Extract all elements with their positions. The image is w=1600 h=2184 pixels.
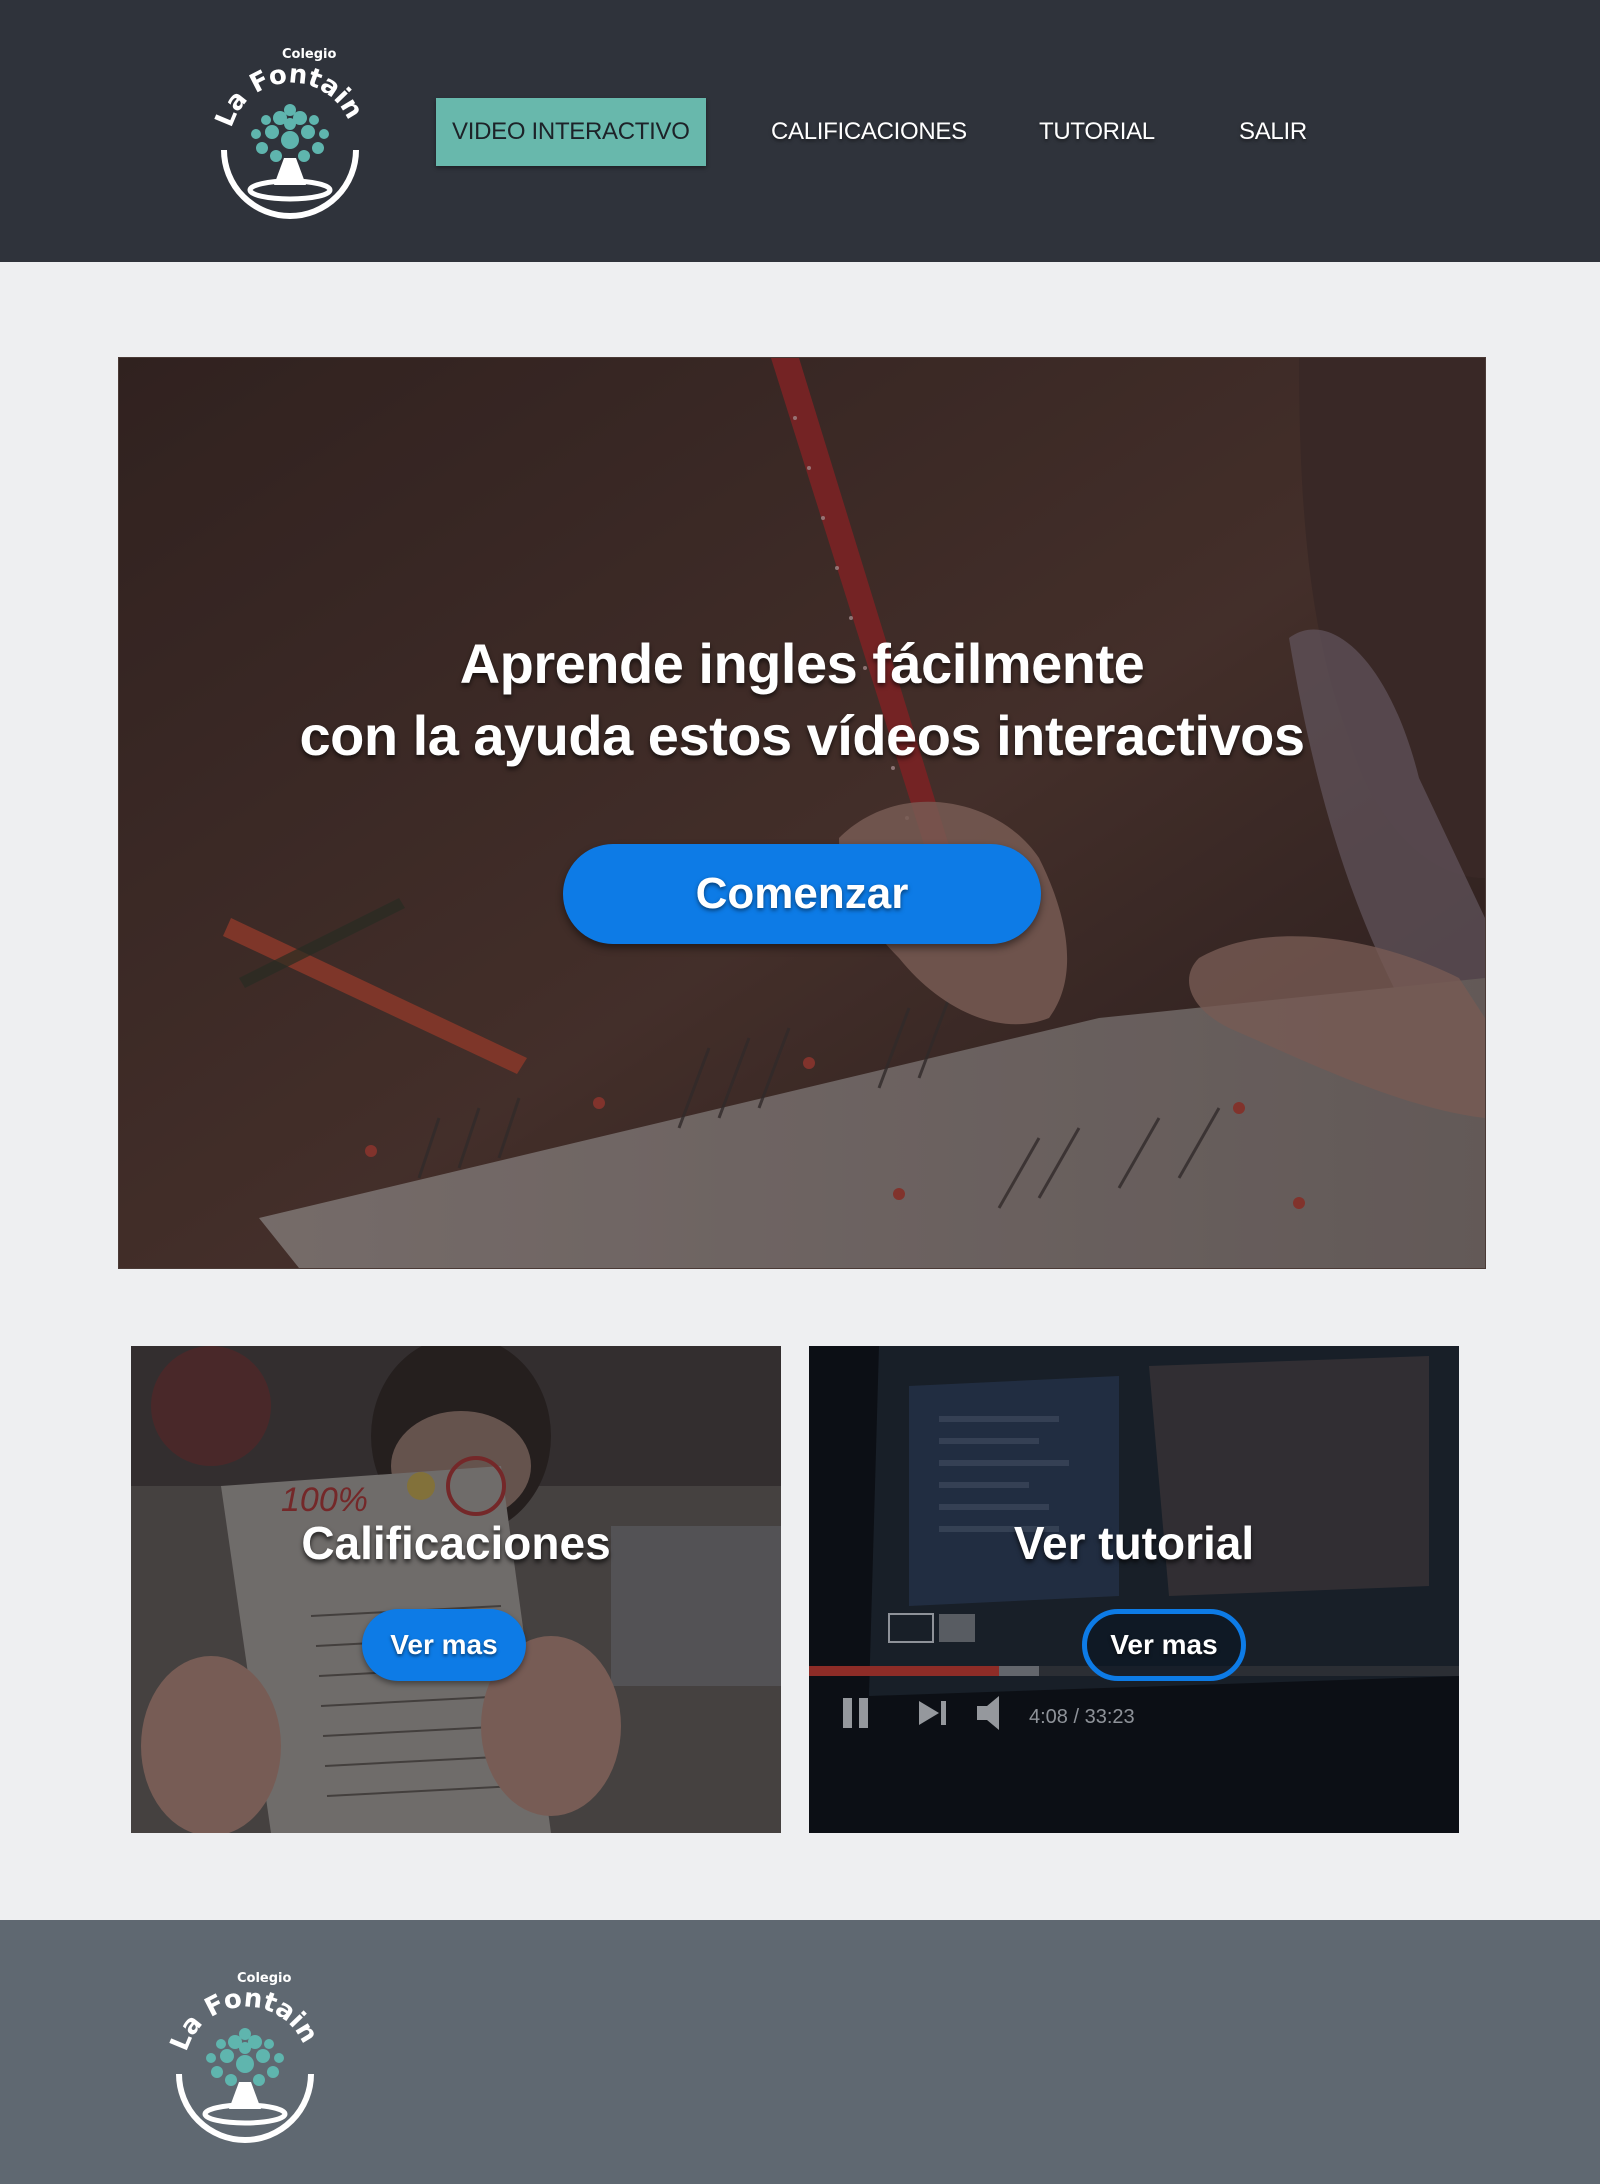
nav-calificaciones[interactable]: CALIFICACIONES [771,98,967,166]
nav-video-interactivo[interactable]: VIDEO INTERACTIVO [436,98,706,166]
hero-photo [119,358,1485,1268]
card-calificaciones[interactable]: 100% Calificaciones Ver mas [131,1346,781,1833]
hero-title-line2: con la ayuda estos vídeos interactivos [299,704,1305,767]
grades-photo: 100% [131,1346,781,1833]
svg-text:Colegio: Colegio [237,1971,292,1986]
card-title-ver-tutorial: Ver tutorial [1013,1517,1255,1569]
video-player-photo: 4:08 / 33:23 [809,1346,1459,1833]
ver-mas-calificaciones-button[interactable]: Ver mas [362,1609,526,1681]
tree-logo-icon: Colegio La Fontaine [156,1941,324,2143]
site-header: Colegio La Fontaine VIDEO INTERACTIVO CA… [0,0,1600,262]
site-footer: Colegio La Fontaine [0,1920,1600,2184]
comenzar-button[interactable]: Comenzar [563,844,1041,944]
hero-title-line1: Aprende ingles fácilmente [459,632,1145,695]
card-title-calificaciones: Calificaciones [301,1517,611,1569]
hero-title: Aprende ingles fácilmente con la ayuda e… [119,628,1485,772]
school-logo[interactable]: Colegio La Fontaine [201,17,370,220]
ver-mas-tutorial-button[interactable]: Ver mas [1082,1609,1246,1681]
nav-salir[interactable]: SALIR [1239,98,1307,166]
hero-banner: Aprende ingles fácilmente con la ayuda e… [118,357,1486,1269]
svg-text:Colegio: Colegio [282,47,337,62]
tree-logo-icon: Colegio La Fontaine [201,17,369,219]
card-ver-tutorial[interactable]: 4:08 / 33:23 Ver tutorial Ver mas [809,1346,1459,1833]
nav-tutorial[interactable]: TUTORIAL [1039,98,1155,166]
footer-logo[interactable]: Colegio La Fontaine [156,1941,325,2144]
